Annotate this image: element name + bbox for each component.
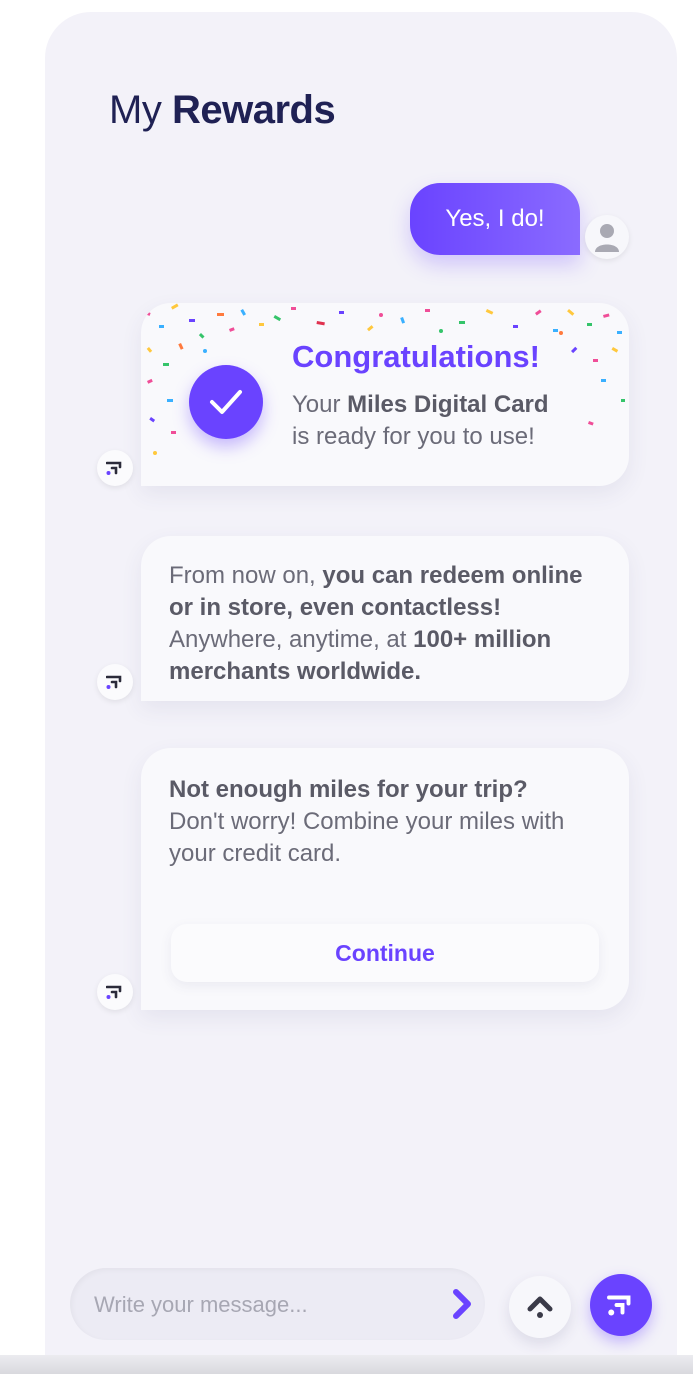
bot-avatar bbox=[97, 450, 133, 486]
info-text-2: Anywhere, anytime, at bbox=[169, 626, 407, 653]
bot-avatar bbox=[97, 664, 133, 700]
congratulations-title: Congratulations! bbox=[292, 339, 540, 374]
page-title-light: My bbox=[109, 88, 162, 132]
chevron-right-icon bbox=[453, 1289, 471, 1319]
user-avatar bbox=[585, 215, 629, 259]
brand-logo-icon bbox=[607, 1295, 631, 1316]
combine-miles-card: Not enough miles for your trip? Don't wo… bbox=[141, 748, 629, 1010]
message-input[interactable] bbox=[92, 1286, 426, 1324]
continue-button[interactable]: Continue bbox=[171, 924, 599, 982]
redeem-info-text: From now on, you can redeem online or in… bbox=[169, 560, 601, 688]
page-title: My Rewards bbox=[109, 88, 336, 133]
miles-explanation: Don't worry! Combine your miles with you… bbox=[169, 808, 565, 867]
user-icon bbox=[595, 224, 619, 252]
message-input-container bbox=[70, 1268, 485, 1340]
user-message-text: Yes, I do! bbox=[445, 205, 545, 232]
combine-miles-text: Not enough miles for your trip? Don't wo… bbox=[169, 774, 601, 870]
redeem-info-card: From now on, you can redeem online or in… bbox=[141, 536, 629, 701]
congrats-line1-prefix: Your bbox=[292, 391, 341, 418]
info-text-1: From now on, bbox=[169, 562, 316, 589]
send-button[interactable] bbox=[445, 1287, 479, 1321]
congrats-line2: is ready for you to use! bbox=[292, 423, 535, 450]
brand-logo-icon bbox=[106, 461, 122, 475]
page-title-bold: Rewards bbox=[171, 88, 336, 132]
success-badge bbox=[189, 365, 263, 439]
brand-assistant-button[interactable] bbox=[590, 1274, 652, 1336]
congratulations-message: Your Miles Digital Card is ready for you… bbox=[292, 389, 549, 453]
brand-logo-icon bbox=[106, 985, 122, 999]
phone-screen: My Rewards Yes, I do! Congratulations! Y… bbox=[45, 12, 677, 1374]
brand-logo-icon bbox=[106, 675, 122, 689]
scroll-up-button[interactable] bbox=[509, 1276, 571, 1338]
check-icon bbox=[210, 390, 242, 414]
congrats-card-name: Miles Digital Card bbox=[347, 391, 549, 418]
chevron-up-icon bbox=[527, 1296, 553, 1318]
screen-bottom-edge bbox=[0, 1355, 693, 1374]
miles-question: Not enough miles for your trip? bbox=[169, 776, 528, 803]
bot-avatar bbox=[97, 974, 133, 1010]
congratulations-card: Congratulations! Your Miles Digital Card… bbox=[141, 303, 629, 486]
user-message-bubble: Yes, I do! bbox=[410, 183, 580, 255]
